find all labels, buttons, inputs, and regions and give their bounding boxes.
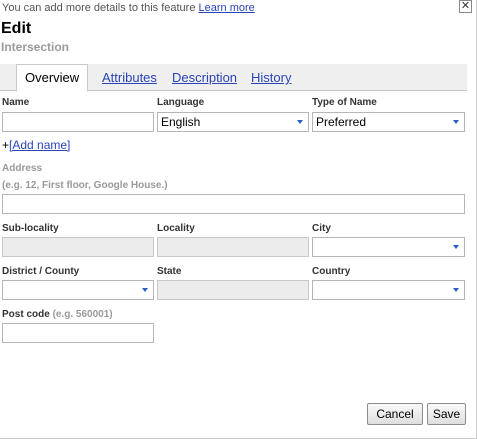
post-code-field[interactable]: [2, 323, 154, 343]
chevron-down-icon: [453, 245, 459, 249]
sub-locality-field[interactable]: [2, 237, 154, 257]
address-field[interactable]: [2, 194, 465, 214]
address-label: Address: [2, 163, 43, 174]
type-of-name-label: Type of Name: [312, 97, 377, 108]
cancel-button[interactable]: Cancel: [367, 403, 423, 425]
sub-locality-label: Sub-locality: [2, 223, 59, 234]
state-field[interactable]: [157, 280, 309, 300]
tab-attributes[interactable]: Attributes: [102, 70, 157, 85]
locality-label: Locality: [157, 223, 195, 234]
tab-description[interactable]: Description: [172, 70, 237, 85]
feature-type: Intersection: [1, 40, 70, 54]
name-field[interactable]: [2, 112, 154, 132]
post-code-label: Post code: [2, 309, 50, 320]
locality-field[interactable]: [157, 237, 309, 257]
add-name: +[Add name]: [2, 138, 70, 152]
learn-more-link[interactable]: Learn more: [199, 2, 255, 14]
dialog-title: Edit: [1, 20, 32, 37]
chevron-down-icon: [453, 288, 459, 292]
country-label: Country: [312, 266, 351, 277]
district-select[interactable]: [2, 280, 154, 300]
language-label: Language: [157, 97, 205, 108]
add-name-link[interactable]: [Add name]: [9, 138, 70, 152]
district-label: District / County: [2, 266, 80, 277]
tab-history[interactable]: History: [251, 70, 291, 85]
close-icon[interactable]: ✕: [459, 0, 472, 13]
info-note-text: You can add more details to this feature: [2, 2, 196, 14]
tab-overview[interactable]: Overview: [16, 64, 89, 92]
info-note: You can add more details to this feature…: [2, 2, 255, 14]
post-code-label-row: Post code (e.g. 560001): [2, 309, 113, 320]
save-button[interactable]: Save: [427, 403, 466, 425]
chevron-down-icon: [453, 120, 459, 124]
language-value: English: [161, 115, 201, 129]
tab-bar: Overview Attributes Description History: [0, 64, 467, 92]
city-select[interactable]: [312, 237, 465, 257]
type-of-name-value: Preferred: [316, 115, 367, 129]
add-name-prefix: +: [2, 138, 10, 152]
type-of-name-select[interactable]: Preferred: [312, 112, 465, 132]
name-label: Name: [2, 97, 30, 108]
language-select[interactable]: English: [157, 112, 309, 132]
state-label: State: [157, 266, 182, 277]
address-hint: (e.g. 12, First floor, Google House.): [2, 180, 168, 191]
chevron-down-icon: [142, 288, 148, 292]
post-code-hint: (e.g. 560001): [52, 309, 113, 320]
edit-dialog: You can add more details to this feature…: [0, 0, 477, 439]
city-label: City: [312, 223, 331, 234]
country-select[interactable]: [312, 280, 465, 300]
chevron-down-icon: [297, 120, 303, 124]
